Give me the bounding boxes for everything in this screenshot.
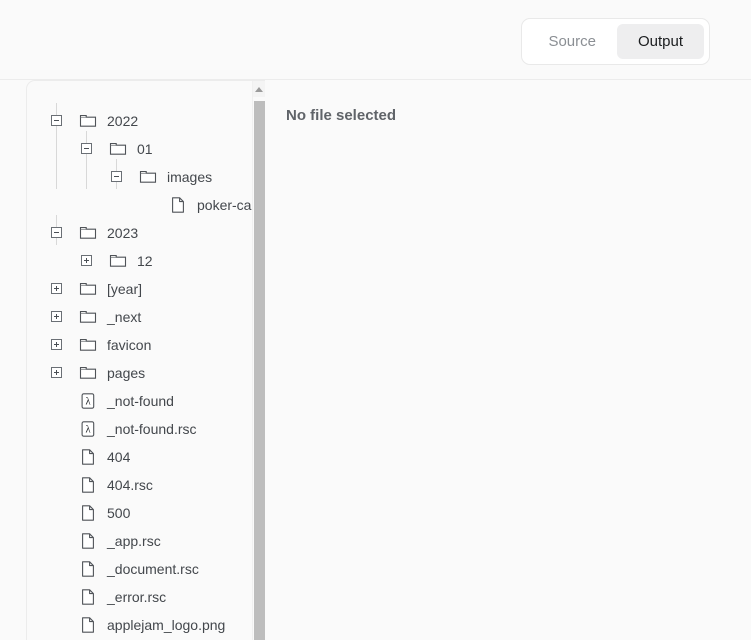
tree-folder-row[interactable]: images <box>27 163 253 191</box>
tree-node-label: 2023 <box>107 225 139 241</box>
lambda-icon: λ <box>79 420 97 438</box>
tree-file-row[interactable]: λ _not-found <box>27 387 253 415</box>
plus-box-icon[interactable] <box>51 339 62 350</box>
tab-source[interactable]: Source <box>527 24 617 59</box>
scrollbar-thumb[interactable] <box>254 101 265 640</box>
folder-icon <box>79 224 97 242</box>
triangle-up-icon[interactable] <box>253 81 265 97</box>
tree-folder-row[interactable]: 2022 <box>27 107 253 135</box>
tree-folder-row[interactable]: _next <box>27 303 253 331</box>
tree-node-label: favicon <box>107 337 152 353</box>
tree-folder-row[interactable]: 01 <box>27 135 253 163</box>
file-icon <box>79 448 97 466</box>
tree-file-row[interactable]: _document.rsc <box>27 555 253 583</box>
minus-box-icon[interactable] <box>111 171 122 182</box>
tree-folder-row[interactable]: pages <box>27 359 253 387</box>
tree-node-label: applejam_logo.png <box>107 617 226 633</box>
folder-icon <box>109 140 127 158</box>
tree-node-label: 12 <box>137 253 153 269</box>
tree-node-label: _next <box>107 309 142 325</box>
file-icon <box>79 504 97 522</box>
empty-state-message: No file selected <box>286 107 397 124</box>
tree-node-label: _document.rsc <box>107 561 199 577</box>
app-root: Source Output 2022 01 images poker-ca 2023 12 [… <box>0 0 751 640</box>
tree-node-label: _not-found <box>107 393 174 409</box>
plus-box-icon[interactable] <box>51 367 62 378</box>
file-tree: 2022 01 images poker-ca 2023 12 [year] _nextfav… <box>27 81 253 639</box>
content-pane: No file selected <box>265 80 751 640</box>
plus-box-icon[interactable] <box>81 255 92 266</box>
tree-node-label: _error.rsc <box>107 589 167 605</box>
tab-output[interactable]: Output <box>616 24 704 59</box>
tree-node-label: _app.rsc <box>107 533 161 549</box>
tree-file-row[interactable]: 500 <box>27 499 253 527</box>
folder-icon <box>79 112 97 130</box>
tree-folder-row[interactable]: favicon <box>27 331 253 359</box>
tree-node-label: 404.rsc <box>107 477 153 493</box>
file-icon <box>79 560 97 578</box>
folder-icon <box>79 308 97 326</box>
folder-icon <box>109 252 127 270</box>
top-toolbar: Source Output <box>0 0 751 80</box>
tree-node-label: pages <box>107 365 146 381</box>
folder-icon <box>79 364 97 382</box>
tree-file-row[interactable]: _error.rsc <box>27 583 253 611</box>
minus-box-icon[interactable] <box>51 227 62 238</box>
tree-node-label: 2022 <box>107 113 139 129</box>
file-tree-scrollport: 2022 01 images poker-ca 2023 12 [year] _nextfav… <box>27 81 253 640</box>
tree-file-row[interactable]: 404.rsc <box>27 471 253 499</box>
tree-node-label: [year] <box>107 281 143 297</box>
file-tree-panel: 2022 01 images poker-ca 2023 12 [year] _nextfav… <box>26 80 265 640</box>
folder-icon <box>139 168 157 186</box>
tree-folder-row[interactable]: [year] <box>27 275 253 303</box>
file-tree-scrollbar[interactable] <box>252 81 265 640</box>
file-icon <box>79 588 97 606</box>
tree-node-label: poker-ca <box>197 197 252 213</box>
file-icon <box>79 476 97 494</box>
tree-node-label: 500 <box>107 505 131 521</box>
minus-box-icon[interactable] <box>51 115 62 126</box>
tree-node-label: 01 <box>137 141 153 157</box>
lambda-icon: λ <box>79 392 97 410</box>
tree-file-row[interactable]: 404 <box>27 443 253 471</box>
plus-box-icon[interactable] <box>51 311 62 322</box>
folder-icon <box>79 336 97 354</box>
tree-folder-row[interactable]: 2023 <box>27 219 253 247</box>
tree-file-row[interactable]: λ _not-found.rsc <box>27 415 253 443</box>
minus-box-icon[interactable] <box>81 143 92 154</box>
folder-icon <box>79 280 97 298</box>
plus-box-icon[interactable] <box>51 283 62 294</box>
tree-file-row[interactable]: applejam_logo.png <box>27 611 253 639</box>
tree-node-label: images <box>167 169 213 185</box>
view-mode-segmented-control[interactable]: Source Output <box>521 18 710 65</box>
file-icon <box>169 196 187 214</box>
tree-file-row[interactable]: _app.rsc <box>27 527 253 555</box>
tree-node-label: 404 <box>107 449 131 465</box>
file-icon <box>79 532 97 550</box>
tree-file-row[interactable]: poker-ca <box>27 191 253 219</box>
file-icon <box>79 616 97 634</box>
tree-node-label: _not-found.rsc <box>107 421 197 437</box>
tree-folder-row[interactable]: 12 <box>27 247 253 275</box>
